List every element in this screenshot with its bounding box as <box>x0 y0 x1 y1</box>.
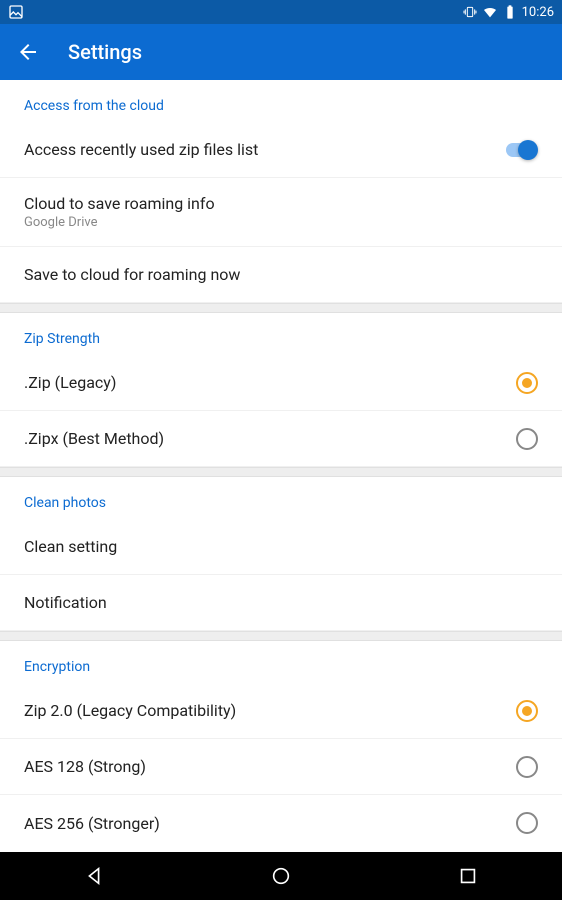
section-divider <box>0 467 562 477</box>
row-label: Clean setting <box>24 537 117 556</box>
radio-aes256[interactable] <box>516 812 538 834</box>
row-aes128[interactable]: AES 128 (Strong) <box>0 739 562 795</box>
row-access-recent[interactable]: Access recently used zip files list <box>0 122 562 178</box>
back-arrow-icon[interactable] <box>16 40 40 64</box>
row-cloud-save[interactable]: Cloud to save roaming info Google Drive <box>0 178 562 247</box>
section-header-encryption: Encryption <box>0 641 562 683</box>
row-zipx[interactable]: .Zipx (Best Method) <box>0 411 562 467</box>
page-title: Settings <box>68 40 142 64</box>
row-label: AES 128 (Strong) <box>24 757 146 776</box>
row-zip20[interactable]: Zip 2.0 (Legacy Compatibility) <box>0 683 562 739</box>
row-zip-legacy[interactable]: .Zip (Legacy) <box>0 355 562 411</box>
navigation-bar <box>0 852 562 900</box>
status-bar: 10:26 <box>0 0 562 24</box>
row-notification[interactable]: Notification <box>0 575 562 631</box>
section-header-cloud: Access from the cloud <box>0 80 562 122</box>
row-clean-setting[interactable]: Clean setting <box>0 519 562 575</box>
toggle-access-recent[interactable] <box>502 140 538 160</box>
row-save-now[interactable]: Save to cloud for roaming now <box>0 247 562 303</box>
settings-list: Access from the cloud Access recently us… <box>0 80 562 852</box>
section-divider <box>0 631 562 641</box>
wifi-icon <box>482 4 498 20</box>
status-time: 10:26 <box>522 5 554 20</box>
row-label: Notification <box>24 593 107 612</box>
radio-aes128[interactable] <box>516 756 538 778</box>
row-aes256[interactable]: AES 256 (Stronger) <box>0 795 562 851</box>
row-label: Cloud to save roaming info <box>24 194 215 213</box>
row-label: Zip 2.0 (Legacy Compatibility) <box>24 701 236 720</box>
row-subtitle: Google Drive <box>24 215 215 230</box>
radio-zipx[interactable] <box>516 428 538 450</box>
nav-back-button[interactable] <box>54 852 134 900</box>
row-label: Access recently used zip files list <box>24 140 258 159</box>
image-icon <box>8 4 24 20</box>
section-header-photos: Clean photos <box>0 477 562 519</box>
app-bar: Settings <box>0 24 562 80</box>
nav-home-button[interactable] <box>241 852 321 900</box>
row-label: Save to cloud for roaming now <box>24 265 240 284</box>
row-label: .Zipx (Best Method) <box>24 429 164 448</box>
row-label: .Zip (Legacy) <box>24 373 116 392</box>
row-label: AES 256 (Stronger) <box>24 814 160 833</box>
section-divider <box>0 303 562 313</box>
battery-icon <box>502 4 518 20</box>
radio-zip-legacy[interactable] <box>516 372 538 394</box>
nav-recent-button[interactable] <box>428 852 508 900</box>
section-header-zip: Zip Strength <box>0 313 562 355</box>
vibrate-icon <box>462 4 478 20</box>
radio-zip20[interactable] <box>516 700 538 722</box>
